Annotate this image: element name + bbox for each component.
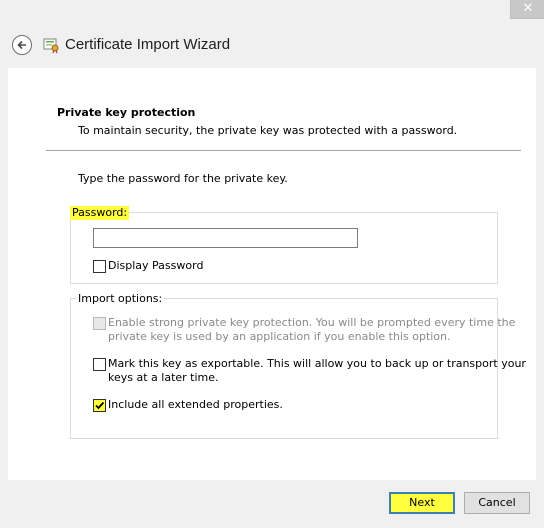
instruction-text: Type the password for the private key. [78,172,288,185]
extended-properties-checkbox[interactable] [93,399,106,412]
cancel-button[interactable]: Cancel [464,492,530,514]
password-label: Password: [70,206,130,220]
extended-properties-label: Include all extended properties. [108,398,283,411]
footer-bar: Next Cancel [0,480,544,528]
next-button[interactable]: Next [389,492,455,514]
back-arrow-icon [17,40,26,50]
password-input[interactable] [93,228,358,248]
certificate-wizard-icon [43,38,59,54]
import-options-label: Import options: [76,292,165,306]
back-button[interactable] [12,35,32,55]
section-description: To maintain security, the private key wa… [78,124,458,137]
strong-protection-label: Enable strong private key protection. Yo… [108,316,516,343]
password-group [70,212,498,284]
close-icon: ✕ [522,1,534,16]
display-password-label: Display Password [108,259,204,272]
window-title: Certificate Import Wizard [65,36,231,53]
close-button[interactable]: ✕ [510,0,544,19]
display-password-checkbox[interactable] [93,260,106,273]
exportable-label: Mark this key as exportable. This will a… [108,357,526,384]
exportable-checkbox[interactable] [93,358,106,371]
wizard-content: Private key protection To maintain secur… [8,68,536,480]
title-bar: ✕ Certificate Import Wizard [0,0,544,68]
checkmark-icon [95,401,105,410]
strong-protection-checkbox[interactable] [93,317,106,330]
header-divider [46,150,521,151]
section-title: Private key protection [57,106,196,119]
